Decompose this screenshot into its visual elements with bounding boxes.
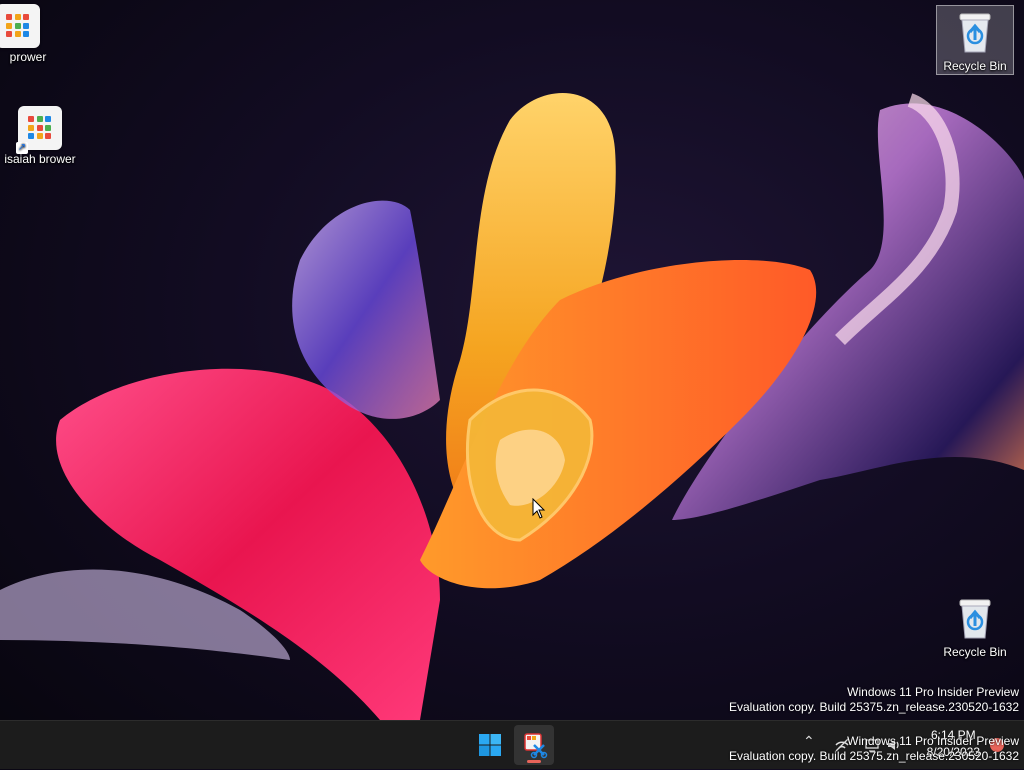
windows-start-icon [479,734,501,756]
desktop-icon-recycle-bin-selected[interactable]: Recycle Bin [936,5,1014,75]
desktop-icon-label: Recycle Bin [943,645,1007,659]
wallpaper-bloom [0,92,1024,720]
start-button[interactable] [470,725,510,765]
desktop-icon-label: prower [9,50,47,64]
mouse-cursor-icon [532,498,546,519]
watermark-line-1: Windows 11 Pro Insider Preview [847,685,1019,699]
windows-evaluation-watermark-overlay: Windows 11 Pro Insider Preview Evaluatio… [729,734,1019,764]
watermark-line-1: Windows 11 Pro Insider Preview [847,734,1019,748]
desktop-icon-label: Recycle Bin [943,59,1007,73]
recycle-bin-icon [959,599,991,639]
desktop-icon-label: isaiah brower [4,152,76,166]
desktop[interactable]: prower ↗ isaiah brower Recycle Bin Recyc… [0,0,1024,720]
snipping-tool-icon [524,733,548,759]
desktop-icon-isaiah-brower[interactable]: ↗ isaiah brower [0,106,80,166]
watermark-line-2: Evaluation copy. Build 25375.zn_release.… [729,700,1019,714]
shortcut-arrow-icon: ↗ [16,142,28,154]
recycle-bin-icon [959,13,991,53]
windows-evaluation-watermark: Windows 11 Pro Insider Preview Evaluatio… [729,685,1019,715]
running-indicator [527,760,541,763]
watermark-line-2: Evaluation copy. Build 25375.zn_release.… [729,749,1019,763]
taskbar-app-snipping-tool[interactable] [514,725,554,765]
desktop-icon-recycle-bin[interactable]: Recycle Bin [935,596,1015,659]
app-launcher-icon: ↗ [16,106,62,154]
desktop-icon-prower[interactable]: prower [0,4,58,64]
app-launcher-icon [0,4,40,48]
